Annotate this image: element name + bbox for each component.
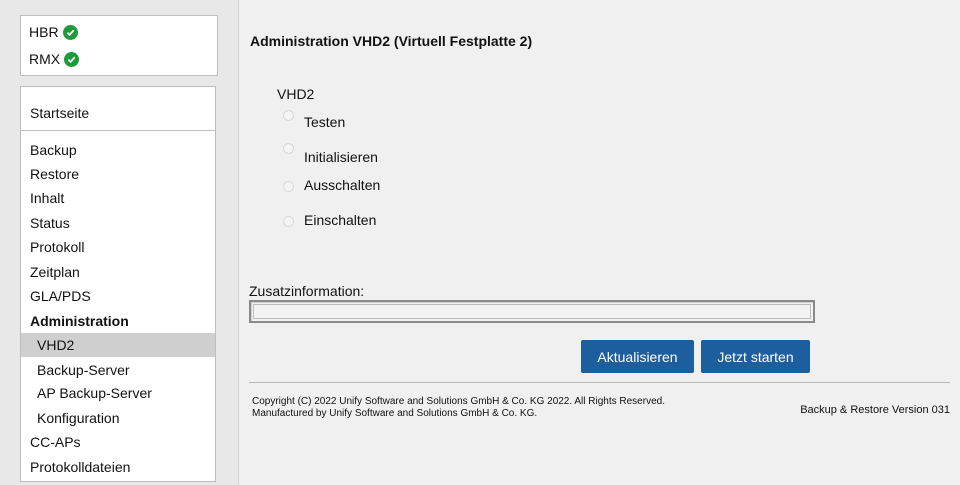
check-icon xyxy=(62,24,78,40)
main-content: Administration VHD2 (Virtuell Festplatte… xyxy=(239,0,960,485)
status-panel: HBR RMX xyxy=(20,15,218,76)
radio-group-label: VHD2 xyxy=(277,86,315,102)
sidebar-item-inhalt[interactable]: Inhalt xyxy=(21,186,215,210)
option-initialisieren[interactable]: Initialisieren xyxy=(283,143,378,165)
option-ausschalten[interactable]: Ausschalten xyxy=(283,177,380,193)
zusatzinformation-label: Zusatzinformation: xyxy=(249,283,365,299)
radio-button[interactable] xyxy=(283,181,294,192)
sidebar-nav: Startseite Backup Restore Inhalt Status … xyxy=(20,86,216,482)
version-text: Backup & Restore Version 031 xyxy=(800,404,950,416)
footer-divider xyxy=(249,382,950,383)
sidebar-item-administration[interactable]: Administration xyxy=(21,309,215,333)
option-testen[interactable]: Testen xyxy=(283,110,345,130)
sidebar-item-protokoll[interactable]: Protokoll xyxy=(21,235,215,259)
zusatzinformation-field[interactable] xyxy=(249,300,815,323)
left-column: HBR RMX Startseite Backup Restore Inhalt… xyxy=(0,0,239,485)
copyright-line-1: Copyright (C) 2022 Unify Software and So… xyxy=(252,396,665,407)
check-icon xyxy=(64,51,80,67)
option-label: Testen xyxy=(304,114,346,130)
option-label: Einschalten xyxy=(304,212,377,228)
status-label: HBR xyxy=(29,24,59,40)
sidebar-item-backup-server[interactable]: Backup-Server xyxy=(21,358,215,382)
sidebar-item-konfiguration[interactable]: Konfiguration xyxy=(21,406,215,430)
page-title: Administration VHD2 (Virtuell Festplatte… xyxy=(250,33,533,49)
sidebar-item-ap-backup-server[interactable]: AP Backup-Server xyxy=(21,381,215,405)
copyright-text: Copyright (C) 2022 Unify Software and So… xyxy=(252,396,752,420)
radio-button[interactable] xyxy=(283,110,294,121)
status-hbr: HBR xyxy=(29,24,78,40)
option-label: Ausschalten xyxy=(304,177,381,193)
option-label: Initialisieren xyxy=(304,149,378,165)
sidebar-item-zeitplan[interactable]: Zeitplan xyxy=(21,260,215,284)
sidebar-item-restore[interactable]: Restore xyxy=(21,162,215,186)
copyright-line-2: Manufactured by Unify Software and Solut… xyxy=(252,408,538,419)
sidebar-item-protokolldateien[interactable]: Protokolldateien xyxy=(21,455,215,479)
sidebar-item-vhd2[interactable]: VHD2 xyxy=(21,333,215,357)
sidebar-item-gla-pds[interactable]: GLA/PDS xyxy=(21,284,215,308)
radio-button[interactable] xyxy=(283,143,294,154)
zusatzinformation-value xyxy=(253,304,811,319)
radio-button[interactable] xyxy=(283,216,294,227)
jetzt-starten-button[interactable]: Jetzt starten xyxy=(701,340,810,373)
sidebar-item-startseite[interactable]: Startseite xyxy=(21,87,215,131)
sidebar-item-status[interactable]: Status xyxy=(21,211,215,235)
status-label: RMX xyxy=(29,51,61,67)
sidebar-item-cc-aps[interactable]: CC-APs xyxy=(21,430,215,454)
option-einschalten[interactable]: Einschalten xyxy=(283,212,376,228)
status-rmx: RMX xyxy=(29,51,80,67)
sidebar-item-backup[interactable]: Backup xyxy=(21,138,215,162)
aktualisieren-button[interactable]: Aktualisieren xyxy=(581,340,694,373)
